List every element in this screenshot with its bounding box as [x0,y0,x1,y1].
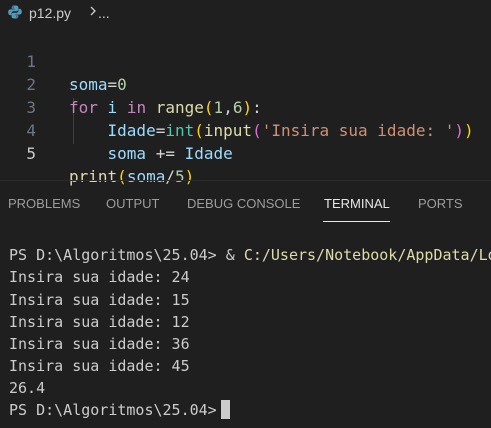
terminal-output-line: Insira sua idade: 12 [9,313,190,331]
code-line[interactable]: 4 soma += Idade [0,96,491,163]
terminal-prompt: PS D:\Algoritmos\25.04> [9,401,217,419]
panel-tabs: PROBLEMS OUTPUT DEBUG CONSOLE TERMINAL P… [0,181,491,225]
active-tab-indicator [323,221,390,222]
tab-terminal[interactable]: TERMINAL [324,196,390,211]
code-line[interactable]: 5 print(soma/5) [0,119,491,186]
code-line[interactable]: 1 soma=0 [0,27,491,94]
terminal-cursor [220,400,230,419]
terminal-amp: & [225,246,244,264]
line-code: soma += Idade [69,142,233,165]
code-line[interactable]: 2 for i in range(1,6): [0,50,491,117]
breadcrumb-file[interactable]: p12.py [29,5,71,21]
terminal-output-line: Insira sua idade: 15 [9,291,190,309]
token: += [146,144,185,163]
terminal-prompt: PS D:\Algoritmos\25.04> [9,246,226,264]
terminal-final-line: PS D:\Algoritmos\25.04> [9,399,230,421]
breadcrumb-ellipsis[interactable]: ... [98,5,110,21]
python-file-icon [8,5,22,19]
code-editor[interactable]: 1 soma=0 2 for i in range(1,6): 3 Idade=… [0,27,491,186]
terminal[interactable]: PS D:\Algoritmos\25.04> & C:/Users/Noteb… [0,238,491,428]
code-line[interactable]: 3 Idade=int(input('Insira sua idade: ')) [0,73,491,140]
terminal-command-line: PS D:\Algoritmos\25.04> & C:/Users/Noteb… [9,244,491,266]
line-number: 5 [26,144,36,163]
token: soma [107,144,147,163]
tab-debug-console[interactable]: DEBUG CONSOLE [187,196,300,211]
terminal-output-line: 26.4 [9,379,46,397]
terminal-output-line: Insira sua idade: 24 [9,268,190,286]
tab-problems[interactable]: PROBLEMS [8,196,80,211]
tab-output[interactable]: OUTPUT [106,196,159,211]
tab-ports[interactable]: PORTS [418,196,463,211]
terminal-command: C:/Users/Notebook/AppData/Lo [243,246,491,264]
terminal-output-line: Insira sua idade: 45 [9,357,190,375]
token: Idade [184,144,233,163]
breadcrumb: p12.py ... [0,0,491,30]
terminal-output-line: Insira sua idade: 36 [9,335,190,353]
